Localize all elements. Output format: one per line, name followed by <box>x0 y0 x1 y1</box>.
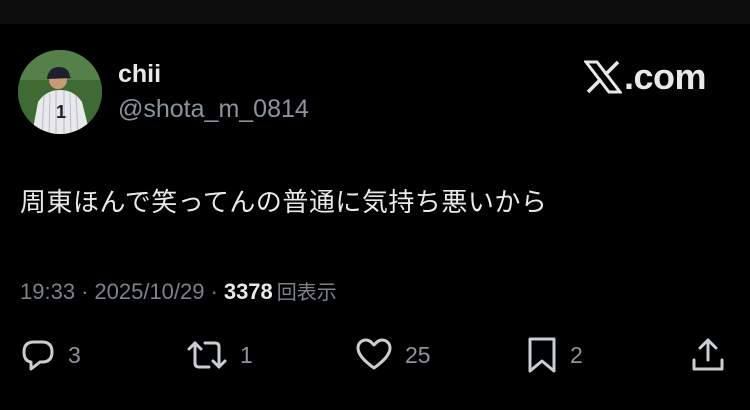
reply-button[interactable]: 3 <box>20 334 81 376</box>
reply-count: 3 <box>68 341 81 368</box>
view-count-label: 回表示 <box>276 280 337 304</box>
bookmark-button[interactable]: 2 <box>526 334 583 376</box>
repost-button[interactable]: 1 <box>186 334 253 376</box>
avatar[interactable]: 1 <box>18 50 102 134</box>
heart-icon <box>356 338 392 370</box>
display-name[interactable]: chii <box>118 60 161 89</box>
view-count: 3378 <box>223 279 273 304</box>
repost-count: 1 <box>240 341 253 368</box>
meta-separator: · <box>81 279 89 304</box>
avatar-image: 1 <box>18 50 102 134</box>
like-button[interactable]: 25 <box>355 334 431 376</box>
meta-separator-2: · <box>210 279 218 304</box>
share-button[interactable] <box>690 334 726 376</box>
repost-icon <box>187 341 227 369</box>
share-icon <box>692 338 724 371</box>
user-handle[interactable]: @shota_m_0814 <box>118 95 309 124</box>
tweet-time[interactable]: 19:33 <box>20 279 75 305</box>
tweet-text: 周東ほんで笑ってんの普通に気持ち悪いから <box>20 188 548 218</box>
bookmark-icon <box>528 337 556 373</box>
tweet-meta: 19:33 · 2025/10/29 · 3378 回表示 <box>20 276 337 305</box>
bookmark-count: 2 <box>570 341 583 368</box>
x-brand-logo[interactable]: .com <box>583 54 707 100</box>
tweet-date[interactable]: 2025/10/29 <box>94 279 204 305</box>
like-count: 25 <box>405 341 431 368</box>
reply-icon <box>22 340 54 371</box>
x-logo-icon <box>583 60 622 94</box>
status-bar <box>0 0 750 24</box>
brand-text: .com <box>623 56 707 97</box>
svg-text:1: 1 <box>56 102 66 122</box>
